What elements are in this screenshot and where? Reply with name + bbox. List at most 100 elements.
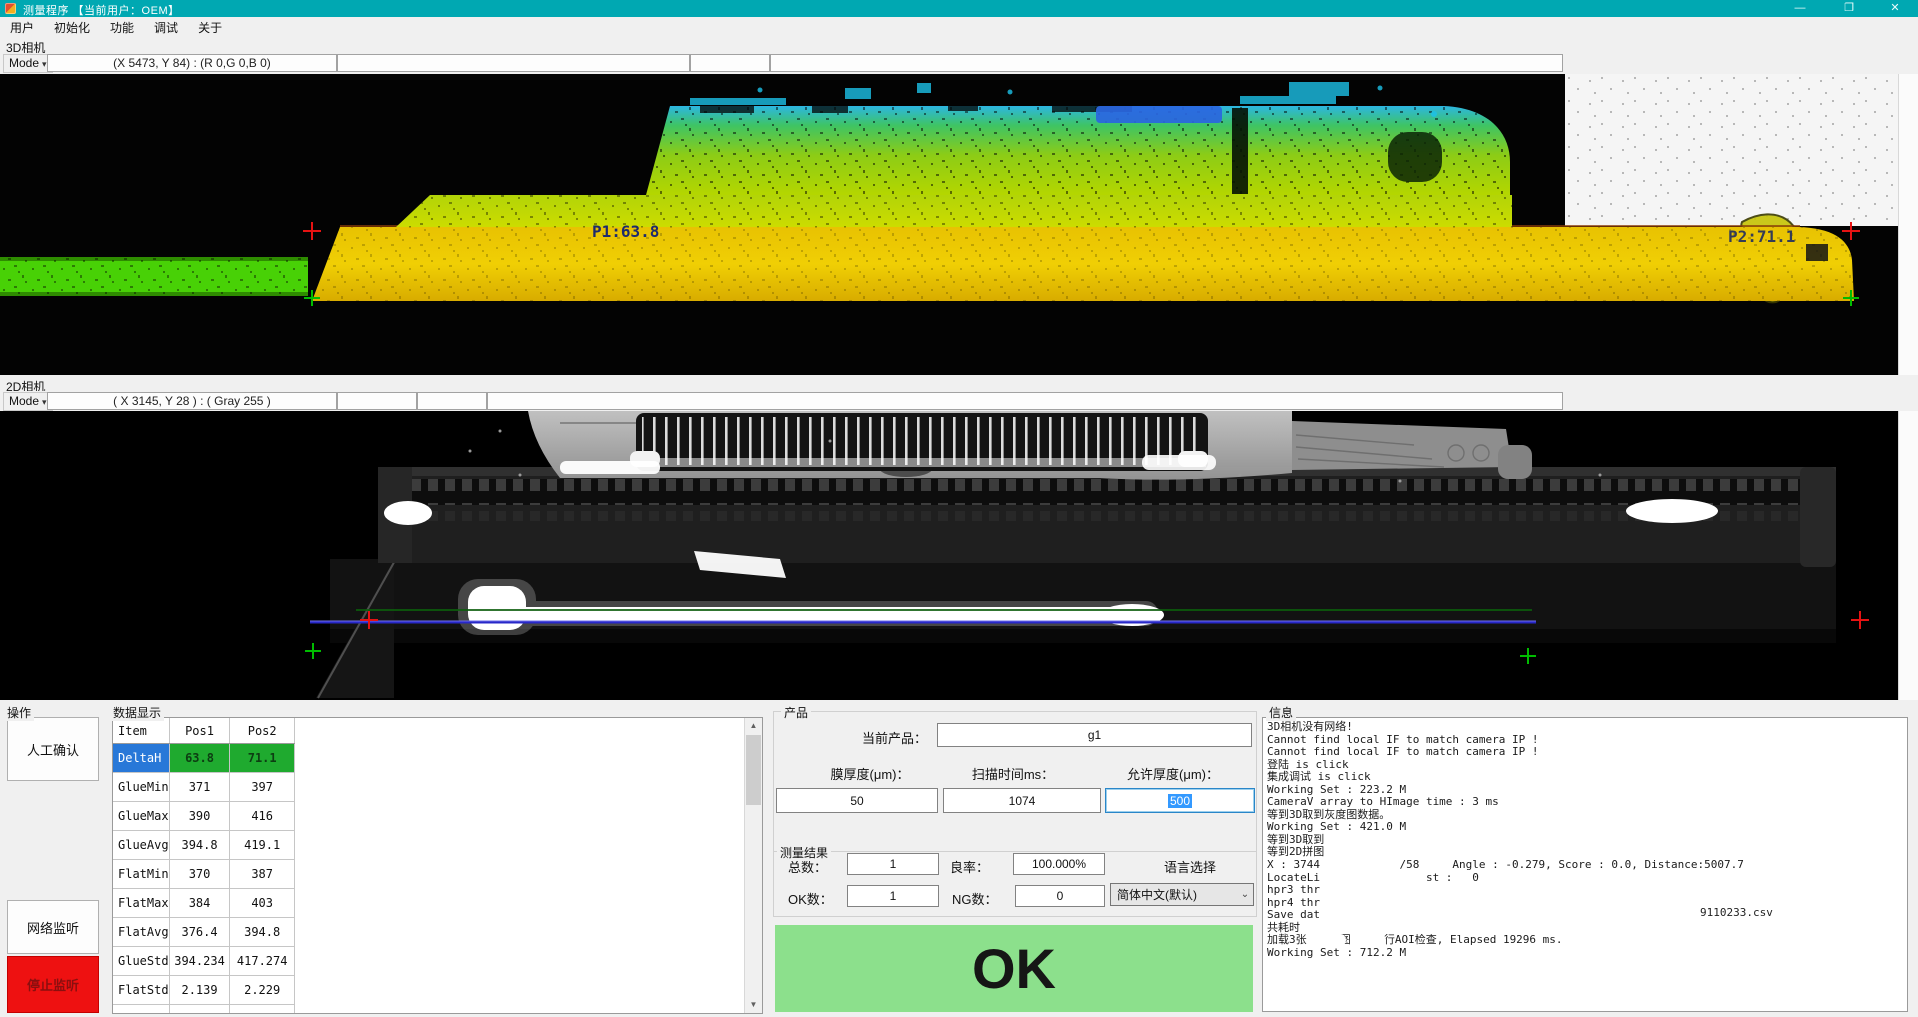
redaction-blob	[1322, 859, 1396, 872]
stop-listen-button[interactable]: 停止监听	[7, 956, 99, 1013]
allowed-thickness-value: 500	[1168, 794, 1192, 808]
table-row[interactable]: FlatMin 370 387	[113, 860, 295, 889]
language-label: 语言选择	[1145, 857, 1235, 876]
yield-value: 100.000%	[1032, 857, 1086, 871]
chevron-down-icon: ▾	[42, 59, 47, 69]
cell-pos1: 63.8	[170, 744, 231, 772]
csv-filename: 9110233.csv	[1700, 906, 1773, 919]
cell-pos2: 403	[230, 889, 295, 917]
total-field[interactable]: 1	[847, 853, 939, 875]
cell-pos1: 384	[170, 889, 231, 917]
2d-camera-view[interactable]	[0, 411, 1898, 700]
menu-item-user[interactable]: 用户	[0, 17, 44, 38]
cell-pos2: 416	[230, 802, 295, 830]
scroll-up-icon[interactable]: ▲	[745, 718, 762, 734]
language-select[interactable]: 简体中文(默认) ⌄	[1110, 883, 1254, 906]
operations-title: 操作	[4, 704, 34, 721]
table-row[interactable]: GlueMax 390 416	[113, 802, 295, 831]
measurement-table[interactable]: Item Pos1 Pos2 DeltaH 63.8 71.1 GlueMin …	[112, 717, 763, 1014]
manual-confirm-button[interactable]: 人工确认	[7, 717, 99, 781]
gold-slab	[312, 226, 1854, 301]
cell-pos1: 394.234	[170, 947, 231, 975]
allowed-thickness-field[interactable]: 500	[1105, 788, 1255, 813]
table-row[interactable]: GlueAvg 394.8 419.1	[113, 831, 295, 860]
3d-mode-dropdown[interactable]: Mode▾	[3, 54, 53, 73]
table-row[interactable]: GlueStd 394.234 417.274	[113, 947, 295, 976]
2d-mode-dropdown[interactable]: Mode▾	[3, 392, 53, 411]
scrollbar-thumb[interactable]	[746, 735, 761, 805]
data-display-title: 数据显示	[110, 704, 164, 721]
app-window: 测量程序 【当前用户：OEM】 — ❐ ✕ 用户 初始化 功能 调试 关于 3D…	[0, 0, 1918, 1017]
menubar: 用户 初始化 功能 调试 关于	[0, 17, 1918, 38]
menu-item-function[interactable]: 功能	[100, 17, 144, 38]
ng-count-value: 0	[1057, 889, 1064, 903]
ok-count-field[interactable]: 1	[847, 885, 939, 907]
yield-field[interactable]: 100.000%	[1013, 853, 1105, 875]
maximize-button[interactable]: ❐	[1832, 1, 1866, 16]
scan-time-label: 扫描时间ms：	[943, 764, 1083, 783]
cell-item: FlatMin	[113, 860, 170, 888]
language-value: 简体中文(默认)	[1111, 886, 1237, 903]
cell-item: X	[113, 1005, 170, 1014]
2d-mode-label: Mode	[9, 394, 39, 408]
total-value: 1	[890, 857, 897, 871]
redaction-blob	[1312, 934, 1346, 946]
current-product-label: 当前产品：	[862, 728, 927, 747]
film-thickness-field[interactable]: 50	[776, 788, 938, 813]
cell-item: GlueMin	[113, 773, 170, 801]
cell-pos1: 376.4	[170, 918, 231, 946]
redaction-blob	[1340, 833, 1450, 846]
table-row[interactable]: DeltaH 63.8 71.1	[113, 744, 295, 773]
table-row[interactable]: FlatStd 2.139 2.229	[113, 976, 295, 1005]
ng-count-field[interactable]: 0	[1015, 885, 1105, 907]
chevron-down-icon: ⌄	[1237, 889, 1253, 900]
titlebar: 测量程序 【当前用户：OEM】 — ❐ ✕	[0, 0, 1918, 17]
flex-comb	[630, 413, 1208, 471]
cell-item: FlatAvg	[113, 918, 170, 946]
table-scrollbar[interactable]: ▲ ▼	[744, 718, 762, 1013]
cell-pos2: 419.1	[230, 831, 295, 859]
info-title: 信息	[1266, 704, 1296, 721]
status-segment	[337, 54, 690, 72]
scan-time-value: 1074	[1009, 794, 1036, 808]
film-thickness-label: 膜厚度(μm)：	[800, 764, 940, 783]
cell-pos2: 2.229	[230, 976, 295, 1004]
cell-pos2: 417.274	[230, 947, 295, 975]
col-item: Item	[113, 718, 170, 743]
log-line: Working Set : 712.2 M	[1267, 947, 1907, 960]
menu-item-debug[interactable]: 调试	[144, 17, 188, 38]
cell-pos2: 71.1	[230, 744, 295, 772]
status-segment	[337, 392, 417, 410]
table-row[interactable]: GlueMin 371 397	[113, 773, 295, 802]
app-icon	[5, 3, 16, 14]
scan-time-field[interactable]: 1074	[943, 788, 1101, 813]
ok-count-value: 1	[890, 889, 897, 903]
dark-artifact	[1806, 244, 1828, 261]
mid-band	[396, 195, 1512, 227]
table-row[interactable]: FlatAvg 376.4 394.8	[113, 918, 295, 947]
view-right-margin	[1898, 74, 1918, 375]
status-segment	[770, 54, 1563, 72]
scroll-down-icon[interactable]: ▼	[745, 997, 762, 1013]
menu-item-about[interactable]: 关于	[188, 17, 232, 38]
minimize-button[interactable]: —	[1783, 1, 1817, 16]
film-thickness-value: 50	[850, 794, 863, 808]
log-line: Cannot find local IF to match camera IP …	[1267, 746, 1907, 759]
green-base-strip	[0, 257, 308, 296]
menu-item-init[interactable]: 初始化	[44, 17, 100, 38]
cell-pos1: 2583.5	[170, 1005, 231, 1014]
table-row[interactable]: X 2583.5 7866.7	[113, 1005, 295, 1014]
network-listen-button[interactable]: 网络监听	[7, 900, 99, 954]
table-row[interactable]: FlatMax 384 403	[113, 889, 295, 918]
close-button[interactable]: ✕	[1878, 1, 1912, 16]
cell-item: GlueMax	[113, 802, 170, 830]
redaction-blob	[944, 726, 1034, 743]
2d-camera-toolbar: Mode▾ ( X 3145, Y 28 ) : ( Gray 255 )	[0, 391, 1918, 410]
table-header: Item Pos1 Pos2	[113, 718, 295, 744]
ok-count-label: OK数：	[788, 889, 833, 908]
window-title: 测量程序 【当前用户：OEM】	[23, 2, 180, 18]
3d-camera-toolbar: Mode▾ (X 5473, Y 84) : (R 0,G 0,B 0)	[0, 53, 1918, 73]
cell-item: DeltaH	[113, 744, 170, 772]
3d-camera-view[interactable]: P1:63.8 P2:71.1	[0, 74, 1898, 375]
col-pos2: Pos2	[230, 718, 295, 743]
